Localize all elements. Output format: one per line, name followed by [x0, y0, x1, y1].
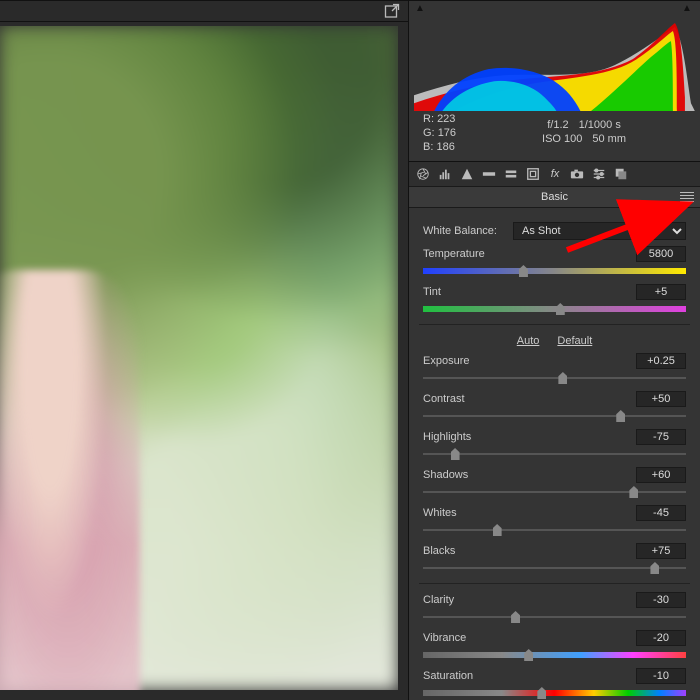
whites-value[interactable]: -45: [636, 505, 686, 521]
contrast-slider: Contrast+50: [423, 391, 686, 423]
temperature-slider: Temperature5800: [423, 246, 686, 278]
highlight-clip-icon[interactable]: ▲: [682, 3, 694, 15]
blacks-value[interactable]: +75: [636, 543, 686, 559]
r-value: 223: [437, 113, 455, 125]
shadows-label: Shadows: [423, 469, 636, 481]
shadows-slider: Shadows+60: [423, 467, 686, 499]
app-root: ▲ ▲ R: 223 G: 176 B: 186: [0, 0, 700, 700]
clarity-value[interactable]: -30: [636, 592, 686, 608]
crop-icon[interactable]: [459, 166, 475, 182]
iso-value: ISO 100: [542, 133, 582, 145]
sliders-icon[interactable]: [591, 166, 607, 182]
saturation-slider: Saturation-10: [423, 668, 686, 700]
shadow-clip-icon[interactable]: ▲: [415, 3, 427, 15]
exposure-track[interactable]: [423, 371, 686, 385]
whites-track[interactable]: [423, 523, 686, 537]
b-value: 186: [436, 141, 454, 153]
shadows-value[interactable]: +60: [636, 467, 686, 483]
exposure-label: Exposure: [423, 355, 636, 367]
blacks-label: Blacks: [423, 545, 636, 557]
preview-image[interactable]: [0, 26, 398, 690]
white-balance-select[interactable]: As Shot: [513, 222, 686, 240]
shadows-track[interactable]: [423, 485, 686, 499]
basic-panel-title: Basic: [541, 191, 568, 203]
auto-link[interactable]: Auto: [517, 335, 540, 347]
camera-icon[interactable]: [569, 166, 585, 182]
panel-menu-icon[interactable]: [680, 190, 694, 204]
highlights-track[interactable]: [423, 447, 686, 461]
g-label: G:: [423, 127, 435, 139]
histogram[interactable]: [414, 17, 695, 111]
saturation-label: Saturation: [423, 670, 636, 682]
shutter-value: 1/1000 s: [579, 119, 621, 131]
clarity-label: Clarity: [423, 594, 636, 606]
image-viewer: [0, 0, 408, 700]
auto-default-row: Auto Default: [423, 335, 686, 347]
tint-value[interactable]: +5: [636, 284, 686, 300]
saturation-track[interactable]: [423, 686, 686, 700]
basic-panel-body: White Balance: As Shot Temperature5800 T…: [409, 208, 700, 700]
blacks-slider: Blacks+75: [423, 543, 686, 575]
transform-icon[interactable]: [525, 166, 541, 182]
aperture-icon[interactable]: [415, 166, 431, 182]
default-link[interactable]: Default: [557, 335, 592, 347]
fx-icon[interactable]: fx: [547, 166, 563, 182]
temperature-track[interactable]: [423, 264, 686, 278]
highlights-label: Highlights: [423, 431, 636, 443]
whites-label: Whites: [423, 507, 636, 519]
export-icon[interactable]: [384, 3, 400, 19]
tint-label: Tint: [423, 286, 636, 298]
contrast-value[interactable]: +50: [636, 391, 686, 407]
white-balance-label: White Balance:: [423, 225, 513, 237]
vibrance-track[interactable]: [423, 648, 686, 662]
focal-value: 50 mm: [592, 133, 626, 145]
basic-panel-header: Basic: [409, 187, 700, 208]
develop-panel: ▲ ▲ R: 223 G: 176 B: 186: [408, 0, 700, 700]
tint-track[interactable]: [423, 302, 686, 316]
tint-slider: Tint+5: [423, 284, 686, 316]
r-label: R:: [423, 113, 434, 125]
straighten-icon[interactable]: [481, 166, 497, 182]
vibrance-value[interactable]: -20: [636, 630, 686, 646]
detail-icon[interactable]: [503, 166, 519, 182]
histogram-icon[interactable]: [437, 166, 453, 182]
highlights-value[interactable]: -75: [636, 429, 686, 445]
readout: R: 223 G: 176 B: 186 f/1.2 1/1000 s ISO …: [409, 111, 700, 157]
clarity-slider: Clarity-30: [423, 592, 686, 624]
contrast-label: Contrast: [423, 393, 636, 405]
g-value: 176: [438, 127, 456, 139]
temperature-value[interactable]: 5800: [636, 246, 686, 262]
temperature-label: Temperature: [423, 248, 636, 260]
presets-icon[interactable]: [613, 166, 629, 182]
clarity-track[interactable]: [423, 610, 686, 624]
exposure-slider: Exposure+0.25: [423, 353, 686, 385]
highlights-slider: Highlights-75: [423, 429, 686, 461]
histogram-block: ▲ ▲ R: 223 G: 176 B: 186: [409, 0, 700, 162]
vibrance-slider: Vibrance-20: [423, 630, 686, 662]
white-balance-row: White Balance: As Shot: [423, 222, 686, 240]
b-label: B:: [423, 141, 433, 153]
viewer-topbar: [0, 0, 408, 22]
exposure-value[interactable]: +0.25: [636, 353, 686, 369]
vibrance-label: Vibrance: [423, 632, 636, 644]
saturation-value[interactable]: -10: [636, 668, 686, 684]
aperture-value: f/1.2: [547, 119, 568, 131]
panel-toolbar: fx: [409, 162, 700, 187]
contrast-track[interactable]: [423, 409, 686, 423]
whites-slider: Whites-45: [423, 505, 686, 537]
blacks-track[interactable]: [423, 561, 686, 575]
